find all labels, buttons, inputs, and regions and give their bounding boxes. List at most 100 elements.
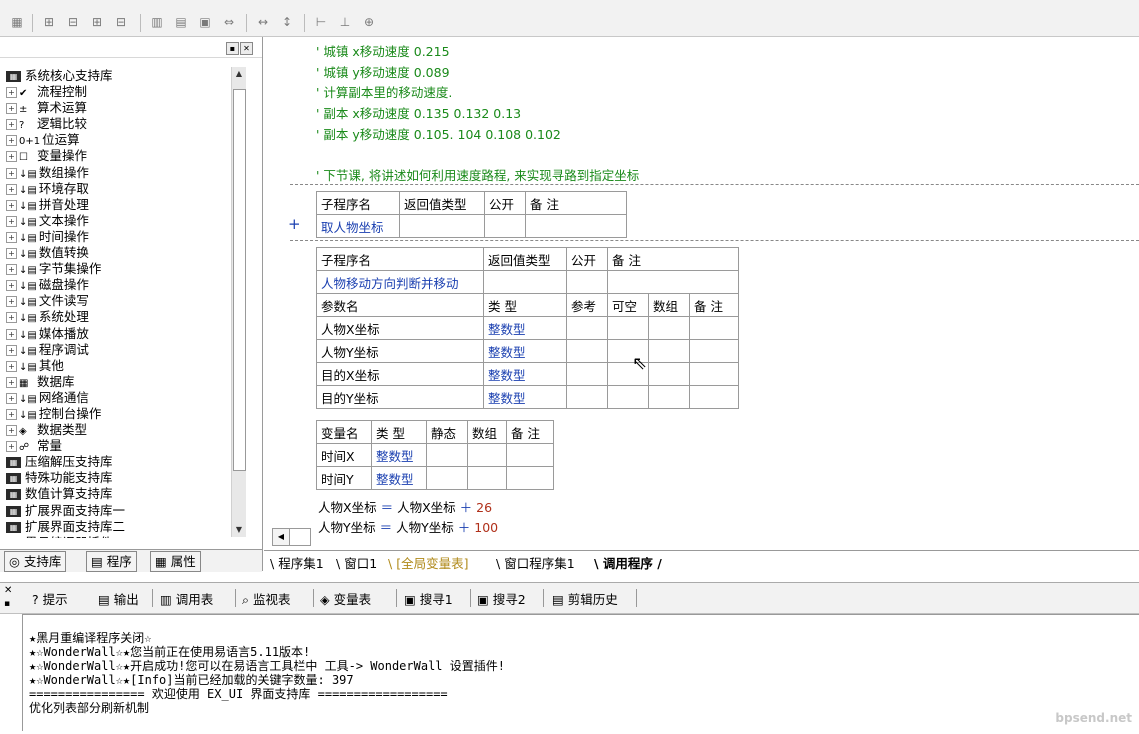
tree-item[interactable]: ▦ 扩展界面支持库二 — [6, 519, 232, 535]
tree-item[interactable]: + ↓▤ 环境存取 — [6, 181, 232, 197]
tree-item[interactable]: + ↓▤ 网络通信 — [6, 390, 232, 406]
expand-toggle-icon[interactable]: + — [6, 296, 17, 308]
tab-call-program[interactable]: \ 调用程序 / — [594, 553, 662, 572]
tree-item[interactable]: + ↓▤ 拼音处理 — [6, 197, 232, 213]
expand-toggle-icon[interactable]: + — [6, 231, 17, 243]
cell[interactable] — [525, 214, 627, 238]
expand-toggle-icon[interactable]: + — [6, 441, 17, 453]
tree-item[interactable]: + ↓▤ 媒体播放 — [6, 326, 232, 342]
param-name-cell[interactable]: 人物Y坐标 — [316, 339, 484, 363]
tree-item[interactable]: + ↓▤ 程序调试 — [6, 342, 232, 358]
tree-item[interactable]: + ↓▤ 系统处理 — [6, 309, 232, 325]
table-row[interactable]: 时间Y 整数型 — [316, 466, 554, 490]
tab-search-2[interactable]: ▣ 搜寻2 — [477, 589, 526, 608]
tab-watch[interactable]: ⌕ 监视表 — [242, 589, 291, 608]
expand-toggle-icon[interactable]: + — [6, 87, 17, 99]
expand-toggle-icon[interactable]: + — [6, 376, 17, 388]
expand-toggle-icon[interactable]: + — [6, 392, 17, 404]
tree-item[interactable]: + ☍ 常量 — [6, 438, 232, 454]
cell[interactable] — [607, 270, 739, 294]
expand-toggle-icon[interactable]: + — [6, 151, 17, 163]
tab-window-program-set-1[interactable]: \ 窗口程序集1 — [496, 553, 575, 572]
sub-name-cell[interactable]: 人物移动方向判断并移动 — [316, 270, 484, 294]
param-type-cell[interactable]: 整数型 — [483, 362, 567, 386]
expand-toggle-icon[interactable]: + — [6, 215, 17, 227]
tab-global-vars[interactable]: \ [全局变量表] — [388, 553, 468, 572]
tree-item[interactable]: + ↓▤ 其他 — [6, 358, 232, 374]
output-panel[interactable]: ★黑月重编译程序关闭☆ ★☆WonderWall☆★您当前正在使用易语言5.11… — [22, 614, 1139, 731]
pin-output-icon[interactable]: ▪ — [4, 599, 10, 609]
tab-support-library[interactable]: ◎ 支持库 — [4, 551, 67, 572]
close-panel-button[interactable]: ✕ — [240, 42, 253, 55]
vdistribute-icon[interactable]: ↕ — [278, 14, 296, 30]
expand-toggle-icon[interactable]: + — [6, 360, 17, 372]
scroll-left-icon[interactable]: ◀ — [272, 528, 290, 546]
code-line[interactable]: 人物X坐标 ＝ 人物X坐标 ＋ 26 — [318, 497, 492, 516]
expand-toggle-icon[interactable]: + — [6, 183, 17, 195]
var-type-cell[interactable]: 整数型 — [371, 443, 427, 467]
table-row[interactable]: 时间X 整数型 — [316, 443, 554, 467]
var-type-cell[interactable]: 整数型 — [371, 466, 427, 490]
tree-item[interactable]: + ↓▤ 磁盘操作 — [6, 277, 232, 293]
var-name-cell[interactable]: 时间Y — [316, 466, 372, 490]
tab-search-1[interactable]: ▣ 搜寻1 — [404, 589, 453, 608]
code-editor[interactable]: ' 城镇 x移动速度 0.215 ' 城镇 y移动速度 0.089 ' 计算副本… — [264, 37, 1139, 547]
tree-item[interactable]: +? 逻辑比较 — [6, 116, 232, 132]
tree-item[interactable]: + ↓▤ 字节集操作 — [6, 261, 232, 277]
cell[interactable] — [484, 214, 526, 238]
scroll-thumb[interactable] — [233, 89, 246, 471]
expand-toggle-icon[interactable]: + — [6, 199, 17, 211]
param-name-cell[interactable]: 目的Y坐标 — [316, 385, 484, 409]
hdistribute-icon[interactable]: ↔ — [254, 14, 272, 30]
tree-item[interactable]: + ± 算术运算 — [6, 100, 232, 116]
expand-toggle-icon[interactable]: + — [6, 167, 17, 179]
same-height-icon[interactable]: ▤ — [172, 14, 190, 30]
expand-toggle-icon[interactable]: + — [6, 119, 17, 131]
tree-item[interactable]: ▦ 扩展界面支持库一 — [6, 503, 232, 519]
param-name-cell[interactable]: 人物X坐标 — [316, 316, 484, 340]
tree-item[interactable]: +0+1 位运算 — [6, 132, 232, 148]
tree-item[interactable]: + ↓▤ 数组操作 — [6, 165, 232, 181]
tree-item[interactable]: + ↓▤ 数值转换 — [6, 245, 232, 261]
tab-property[interactable]: ▦ 属性 — [150, 551, 201, 572]
tree-item[interactable]: ▦黑月编译器插件 — [6, 535, 232, 538]
table-row[interactable]: 取人物坐标 — [316, 214, 627, 238]
tree-item[interactable]: + ▦ 数据库 — [6, 374, 232, 390]
expand-toggle-icon[interactable]: + — [6, 103, 17, 115]
tree-item[interactable]: + ↓▤ 时间操作 — [6, 229, 232, 245]
param-type-cell[interactable]: 整数型 — [483, 385, 567, 409]
code-hscrollbar[interactable]: ◀ — [264, 528, 1139, 546]
tree-item[interactable]: ▦ 压缩解压支持库 — [6, 454, 232, 470]
tree-item[interactable]: + ◈ 数据类型 — [6, 422, 232, 438]
same-size-icon[interactable]: ▣ — [196, 14, 214, 30]
expand-toggle-icon[interactable]: + — [6, 425, 17, 437]
var-name-cell[interactable]: 时间X — [316, 443, 372, 467]
tab-program[interactable]: ▤ 程序 — [86, 551, 137, 572]
tree-item[interactable]: + ☐ 变量操作 — [6, 148, 232, 164]
tab-window-1[interactable]: \ 窗口1 — [336, 553, 377, 572]
expand-toggle-icon[interactable]: + — [6, 344, 17, 356]
table-row[interactable]: 人物移动方向判断并移动 — [316, 270, 739, 294]
align-top-icon[interactable]: ⊟ — [112, 14, 130, 30]
center-v-icon[interactable]: ⊥ — [336, 14, 354, 30]
center-h-icon[interactable]: ⊢ — [312, 14, 330, 30]
expand-toggle-icon[interactable]: + — [6, 328, 17, 340]
sub-name-cell[interactable]: 取人物坐标 — [316, 214, 400, 238]
table-row[interactable]: 人物Y坐标 整数型 — [316, 339, 739, 363]
tree-item[interactable]: ▦ 特殊功能支持库 — [6, 470, 232, 486]
close-output-icon[interactable]: ✕ — [4, 585, 12, 596]
table-row[interactable]: 目的Y坐标 整数型 — [316, 385, 739, 409]
scroll-up-icon[interactable]: ▲ — [232, 67, 246, 81]
table-row[interactable]: 人物X坐标 整数型 — [316, 316, 739, 340]
tree-item[interactable]: ▦ 数值计算支持库 — [6, 486, 232, 502]
tree-item[interactable]: + ✔ 流程控制 — [6, 84, 232, 100]
table-row[interactable]: 目的X坐标 整数型 — [316, 362, 739, 386]
tree-scrollbar[interactable]: ▲ ▼ — [231, 67, 246, 537]
param-type-cell[interactable]: 整数型 — [483, 339, 567, 363]
expand-toggle-icon[interactable]: + — [6, 408, 17, 420]
expand-toggle-icon[interactable]: + — [6, 264, 17, 276]
minimize-panel-button[interactable]: ▪ — [226, 42, 239, 55]
cell[interactable] — [566, 270, 608, 294]
param-name-cell[interactable]: 目的X坐标 — [316, 362, 484, 386]
tree-item[interactable]: + ↓▤ 文件读写 — [6, 293, 232, 309]
